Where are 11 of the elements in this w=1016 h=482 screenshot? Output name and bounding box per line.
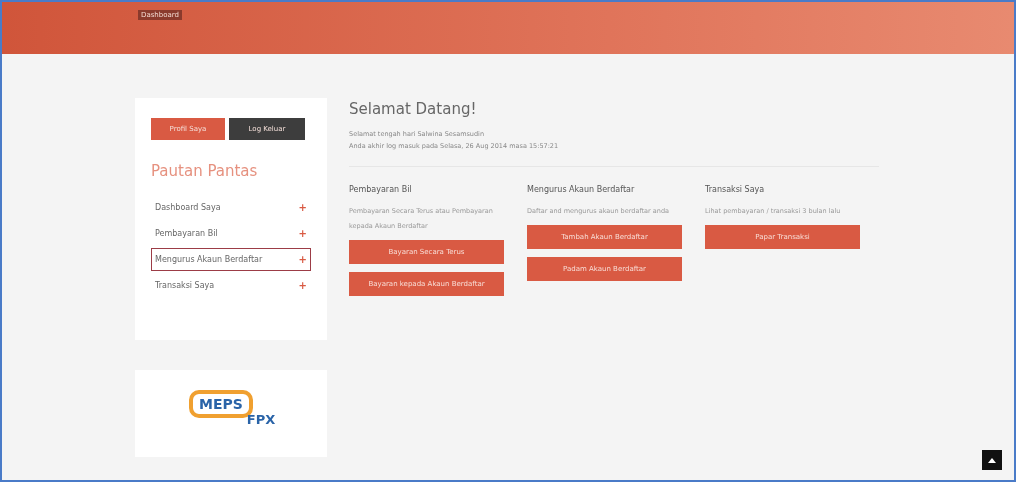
sidebar-item[interactable]: Mengurus Akaun Berdaftar +	[151, 248, 311, 271]
section-title: Mengurus Akaun Berdaftar	[527, 185, 636, 194]
sidebar-item[interactable]: Dashboard Saya +	[151, 196, 311, 219]
section-title: Pembayaran Bil	[349, 185, 413, 194]
sidebar-item[interactable]: Pembayaran Bil +	[151, 222, 311, 245]
sidebar-item[interactable]: Transaksi Saya +	[151, 274, 311, 297]
scroll-top-button[interactable]	[982, 450, 1002, 470]
section-title: Transaksi Saya	[705, 185, 766, 194]
welcome-title: Selamat Datang!	[349, 100, 478, 118]
quick-links-title: Pautan Pantas	[151, 162, 259, 180]
caret-up-icon	[988, 457, 996, 463]
